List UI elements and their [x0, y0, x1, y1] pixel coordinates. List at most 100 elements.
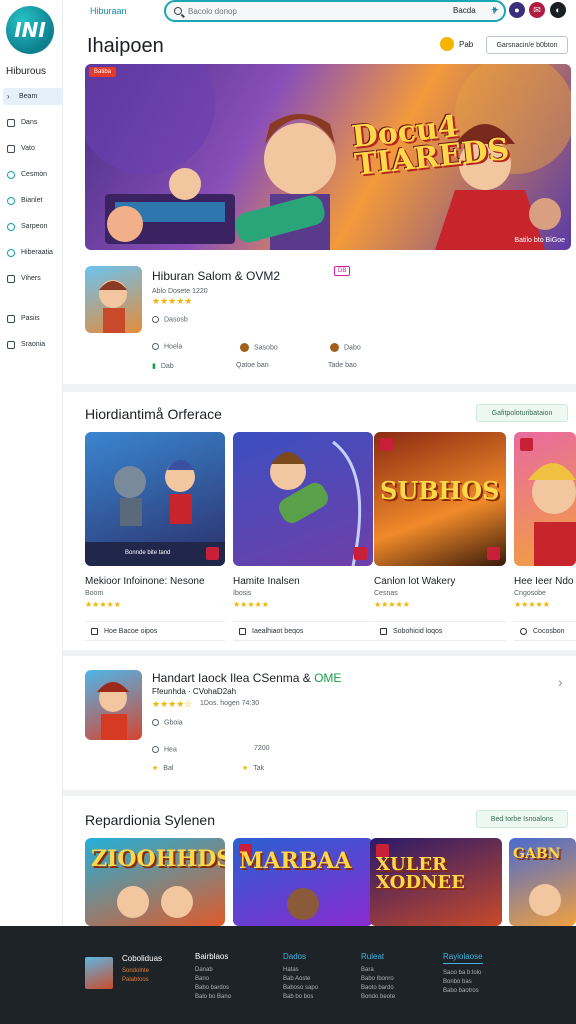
sidebar-item-label: Pasiis	[21, 315, 40, 322]
featured-game-title-2[interactable]: Handart Iaock Ilea CSenma & OME	[152, 671, 341, 685]
hero-badge: Batiba	[89, 67, 117, 77]
sidebar-item-label: Sarpeon	[21, 223, 48, 230]
featured-game-thumbnail-2[interactable]	[85, 670, 142, 740]
card-art	[529, 884, 561, 916]
top-bar: Hiburaan ⌇ Bacda ✦ ● ✉ ◐	[63, 0, 576, 26]
stat-value: Bal	[163, 765, 174, 772]
footer-link[interactable]: Baboso sapo	[283, 985, 318, 991]
section-title: Hiordiantimå Orferace	[85, 406, 222, 422]
game-card[interactable]: SUBHOS Canlon lot Wakery Cesnas ★★★★★ So…	[374, 432, 506, 641]
section-divider	[63, 790, 576, 796]
game-card-image[interactable]	[514, 432, 576, 566]
sidebar-item-vihers[interactable]: Vihers	[3, 270, 63, 287]
search-icon	[174, 7, 182, 15]
footer-link[interactable]: Saoo ba b:lolo	[443, 970, 483, 976]
featured-stat-2: Sasobo	[240, 343, 278, 352]
hero-title: Docu4 TIAREDS	[350, 108, 511, 183]
sidebar-item-cesmon[interactable]: Cesmon	[3, 166, 63, 183]
game-card-stars: ★★★★★	[514, 600, 550, 609]
game-card-action[interactable]: Sobohicid loqos	[374, 621, 506, 641]
footer-link[interactable]: Baoto bardo	[361, 985, 395, 991]
sidebar: INI Hiburous › Beam Dans Vato Cesmon Bian…	[0, 0, 63, 926]
game-card-action[interactable]: Iaealhiaot beqos	[233, 621, 373, 641]
footer-column-heading: Dados	[283, 952, 307, 961]
card-tag-icon	[354, 547, 367, 560]
sidebar-item-beam[interactable]: › Beam	[3, 88, 63, 105]
clock-icon	[152, 316, 159, 323]
card-tag-icon	[380, 438, 393, 451]
sidebar-item-sarpeon[interactable]: Sarpeon	[3, 218, 63, 235]
sidebar-item-vato[interactable]: Vato	[3, 140, 63, 157]
footer-link[interactable]: Babo baotros	[443, 988, 483, 994]
search-input[interactable]	[188, 6, 418, 16]
game-card-image[interactable]: SUBHOS	[374, 432, 506, 566]
card-art	[287, 888, 319, 920]
game-card[interactable]: GABN	[509, 838, 576, 926]
featured-thumbnail-art	[99, 280, 127, 333]
coin-icon	[330, 343, 339, 352]
featured-stat-value-1: ▮ Dab	[152, 362, 174, 370]
star-icon: ★	[242, 765, 249, 772]
notification-icon[interactable]: ✦	[487, 2, 503, 18]
game-card-image[interactable]	[233, 432, 373, 566]
game-card[interactable]: MARBAA	[233, 838, 373, 926]
circle-icon	[7, 222, 15, 231]
profile-avatar[interactable]: ◐	[550, 2, 566, 18]
footer-link[interactable]: Danab	[195, 967, 231, 973]
featured-game-thumbnail[interactable]	[85, 266, 142, 333]
sidebar-item-sraonia[interactable]: Sraonia	[3, 336, 63, 353]
footer-link[interactable]: Balo bo Bano	[195, 994, 231, 1000]
section-see-all-button[interactable]: Gafitpoloturibataion	[476, 404, 568, 422]
sidebar-item-dans[interactable]: Dans	[3, 114, 63, 131]
chevron-right-icon: ›	[7, 91, 10, 101]
sidebar-item-label: Dans	[21, 119, 38, 126]
bookmark-icon	[91, 627, 98, 635]
game-card[interactable]: XULER XODNEE	[370, 838, 502, 926]
featured-thumbnail-art	[97, 682, 129, 740]
game-card-image[interactable]: Bonnde bite tand	[85, 432, 225, 566]
sidebar-item-bianlet[interactable]: Bianlet	[3, 192, 63, 209]
game-card[interactable]: Hee Ieer Ndo Cngosobe ★★★★★ Cocosbon	[514, 432, 576, 641]
featured2-stat: Hea	[152, 746, 177, 753]
user-icon	[152, 746, 159, 753]
header-action-button[interactable]: Garsnacin/e b0bton	[486, 36, 568, 54]
alerts-icon[interactable]: ✉	[529, 2, 545, 18]
hero-corner-text: Batilo bto BiGoe	[514, 237, 565, 244]
game-card-subtitle: Cngosobe	[514, 590, 546, 597]
game-card[interactable]: Bonnde bite tand Mekioor Infoinone: Neso…	[85, 432, 225, 641]
hero-banner[interactable]: Batiba Docu4 TIAREDS Batilo bto BiGoe	[85, 64, 571, 250]
account-label[interactable]: Bacda	[453, 6, 476, 15]
footer-link[interactable]: Babo bardos	[195, 985, 231, 991]
footer-link[interactable]: Bondo beote	[361, 994, 395, 1000]
sidebar-item-label: Sraonia	[21, 341, 46, 348]
footer-link[interactable]: Babo Ibonro	[361, 976, 395, 982]
featured-game-title[interactable]: Hiburan Salom & OVM2	[152, 269, 280, 283]
chevron-right-icon[interactable]: ›	[558, 674, 563, 690]
footer-link[interactable]: Hatas	[283, 967, 318, 973]
game-card[interactable]: Hamite Inalsen Ibosis ★★★★★ Iaealhiaot b…	[233, 432, 373, 641]
clock-icon	[520, 627, 527, 635]
card-caption: XULER XODNEE	[376, 854, 465, 893]
game-card-image[interactable]: ZIOOHHDS	[85, 838, 225, 926]
game-card-action[interactable]: Hoe Bacoe oipos	[85, 621, 225, 641]
featured2-stat-right: ★ Tak	[242, 764, 264, 772]
messages-icon[interactable]: ●	[509, 2, 525, 18]
sidebar-item-hiberaatia[interactable]: Hiberaatia	[3, 244, 63, 261]
sidebar-item-pasiis[interactable]: Pasiis	[3, 310, 63, 327]
footer-link[interactable]: Bab bo bos	[283, 994, 318, 1000]
footer-link[interactable]: Bara	[361, 967, 395, 973]
game-card-image[interactable]: GABN	[509, 838, 576, 926]
top-link[interactable]: Hiburaan	[90, 6, 127, 16]
game-card-stars: ★★★★★	[85, 600, 121, 609]
game-card-action[interactable]: Cocosbon	[514, 621, 576, 641]
section-see-all-button[interactable]: Bed torbe Isnoalons	[476, 810, 568, 828]
footer-link[interactable]: Bab Aoste	[283, 976, 318, 982]
game-card-image[interactable]: XULER XODNEE	[370, 838, 502, 926]
game-card[interactable]: ZIOOHHDS	[85, 838, 225, 926]
app-logo[interactable]: INI	[6, 6, 54, 54]
circle-icon	[7, 170, 15, 179]
game-card-image[interactable]: MARBAA	[233, 838, 373, 926]
footer-link[interactable]: Bonbo bas	[443, 979, 483, 985]
footer-link[interactable]: Bano	[195, 976, 231, 982]
featured-meta-text: Dasosb	[164, 316, 188, 324]
